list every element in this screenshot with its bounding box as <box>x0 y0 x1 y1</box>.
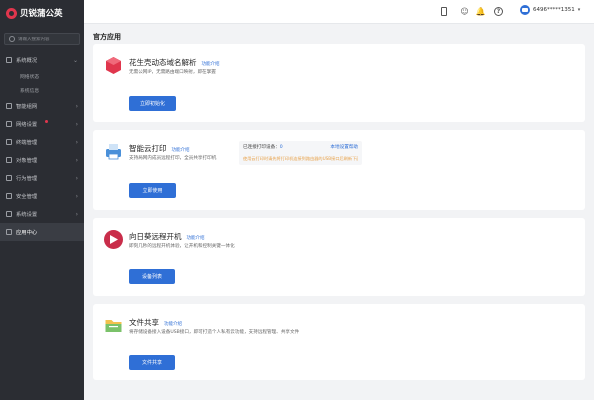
object-icon <box>6 157 12 163</box>
sidebar-item-app-center[interactable]: 应用中心 <box>0 223 84 241</box>
device-count-label: 已连接打印设备： <box>243 145 280 150</box>
bell-icon[interactable]: 🔔 <box>476 7 486 16</box>
initialize-button[interactable]: 立即初始化 <box>129 96 176 111</box>
device-list-button[interactable]: 设备列表 <box>129 269 175 284</box>
device-count-row: 已连接打印设备：0 本地设置帮助 <box>243 144 358 150</box>
printer-icon <box>104 142 123 161</box>
feature-intro-link[interactable]: 功能介绍 <box>164 322 182 327</box>
sidebar-item-label: 安全管理 <box>16 194 38 200</box>
sidebar-item-system-settings[interactable]: 系统设置 › <box>0 205 84 223</box>
card-title: 向日葵远程开机 功能介绍 <box>129 231 205 242</box>
folder-icon <box>104 316 123 335</box>
chevron-down-icon: ▾ <box>577 7 581 13</box>
brand-logo[interactable]: 贝锐蒲公英 <box>0 0 84 26</box>
card-title: 文件共享 功能介绍 <box>129 317 182 328</box>
shield-icon <box>6 193 12 199</box>
sidebar-item-security-management[interactable]: 安全管理 › <box>0 187 84 205</box>
card-description: 即刻几秒的远程开机体验，让开机和控制关键一体化 <box>129 244 235 249</box>
feature-intro-link[interactable]: 功能介绍 <box>187 236 205 241</box>
app-grid-icon <box>6 229 12 235</box>
sidebar-subitem-network-status[interactable]: 网络状态 <box>0 69 84 83</box>
search-input[interactable] <box>18 36 78 42</box>
sidebar-item-label: 对象管理 <box>16 158 38 164</box>
chevron-right-icon: › <box>75 102 78 110</box>
feature-intro-link[interactable]: 功能介绍 <box>202 62 220 67</box>
sidebar-item-behavior-management[interactable]: 行为管理 › <box>0 169 84 187</box>
card-title: 花生壳动态域名解析 功能介绍 <box>129 57 220 68</box>
device-count-value: 0 <box>279 145 283 150</box>
device-count: 已连接打印设备：0 <box>243 144 283 150</box>
feature-intro-link[interactable]: 功能介绍 <box>172 148 190 153</box>
use-now-button[interactable]: 立即使用 <box>129 183 176 198</box>
card-description: 将存储设备接入设备USB接口，即可打造个人私有云功能，支持远程管理、共享文件 <box>129 330 300 335</box>
network-icon <box>6 103 12 109</box>
phone-icon[interactable] <box>441 7 447 16</box>
search-icon <box>9 36 15 42</box>
card-title: 智能云打印 功能介绍 <box>129 143 190 154</box>
app-card-sunlogin-wake: 向日葵远程开机 功能介绍 即刻几秒的远程开机体验，让开机和控制关键一体化 设备列表 <box>93 218 585 296</box>
sunflower-icon <box>104 230 123 249</box>
notification-dot <box>45 120 48 123</box>
chevron-right-icon: › <box>75 174 78 182</box>
user-menu[interactable]: 6496*****1351 ▾ <box>520 5 580 15</box>
local-settings-help-link[interactable]: 本地设置帮助 <box>330 144 358 150</box>
page-title: 官方应用 <box>93 33 121 41</box>
app-card-peanut-ddns: 花生壳动态域名解析 功能介绍 无需公网IP，无需路由端口映射，即在掌握 立即初始化 <box>93 44 585 122</box>
card-title-text: 向日葵远程开机 <box>129 232 182 241</box>
card-title-text: 智能云打印 <box>129 144 167 153</box>
username: 6496*****1351 <box>533 7 575 13</box>
sidebar-item-object-management[interactable]: 对象管理 › <box>0 151 84 169</box>
card-title-text: 花生壳动态域名解析 <box>129 58 197 67</box>
chevron-right-icon: › <box>75 138 78 146</box>
globe-icon <box>6 121 12 127</box>
sidebar-item-label: 系统设置 <box>16 212 38 218</box>
print-warning-text: 使用云打印时请先将打印机连接到路由器的USB接口后刷新下面 <box>243 156 358 161</box>
chevron-right-icon: › <box>75 192 78 200</box>
sidebar-item-system-overview[interactable]: 系统概况 ⌄ <box>0 51 84 69</box>
sidebar-item-smart-networking[interactable]: 智能组网 › <box>0 97 84 115</box>
chevron-right-icon: › <box>75 120 78 128</box>
chevron-right-icon: › <box>75 210 78 218</box>
app-card-file-sharing: 文件共享 功能介绍 将存储设备接入设备USB接口，即可打造个人私有云功能，支持远程… <box>93 304 585 380</box>
peanut-shell-icon <box>104 56 123 75</box>
gear-icon <box>6 211 12 217</box>
help-icon[interactable]: ? <box>494 7 503 16</box>
chevron-down-icon: ⌄ <box>72 56 78 64</box>
terminal-icon <box>6 139 12 145</box>
sidebar-item-label: 终端管理 <box>16 140 38 146</box>
logo-icon <box>6 7 17 19</box>
card-description: 支持局网内成员远程打印，全员共享打印机 <box>129 156 217 161</box>
sidebar-item-label: 系统概况 <box>16 58 38 64</box>
behavior-icon <box>6 175 12 181</box>
sidebar-subitem-system-info[interactable]: 系统信息 <box>0 83 84 97</box>
brand-name: 贝锐蒲公英 <box>20 9 63 19</box>
card-description: 无需公网IP，无需路由端口映射，即在掌握 <box>129 70 216 75</box>
sidebar-item-terminal-management[interactable]: 终端管理 › <box>0 133 84 151</box>
chevron-right-icon: › <box>75 156 78 164</box>
print-info-panel: 已连接打印设备：0 本地设置帮助 使用云打印时请先将打印机连接到路由器的USB接… <box>239 141 362 165</box>
sidebar-item-label: 智能组网 <box>16 104 38 110</box>
file-sharing-button[interactable]: 文件共享 <box>129 355 175 370</box>
overview-icon <box>6 57 12 63</box>
sidebar-item-network-settings[interactable]: 网络设置 › <box>0 115 84 133</box>
app-card-cloud-print: 智能云打印 功能介绍 支持局网内成员远程打印，全员共享打印机 已连接打印设备：0 … <box>93 130 585 210</box>
top-bar: ☺ 🔔 ? 6496*****1351 ▾ <box>84 0 594 24</box>
sidebar-item-label: 行为管理 <box>16 176 38 182</box>
sidebar-item-label: 应用中心 <box>16 230 38 236</box>
avatar <box>520 5 530 15</box>
card-title-text: 文件共享 <box>129 318 159 327</box>
search-box <box>4 33 80 45</box>
sidebar: 贝锐蒲公英 系统概况 ⌄ 网络状态 系统信息 智能组网 › 网络设置 › 终端管… <box>0 0 84 400</box>
user-icon[interactable]: ☺ <box>460 7 469 16</box>
